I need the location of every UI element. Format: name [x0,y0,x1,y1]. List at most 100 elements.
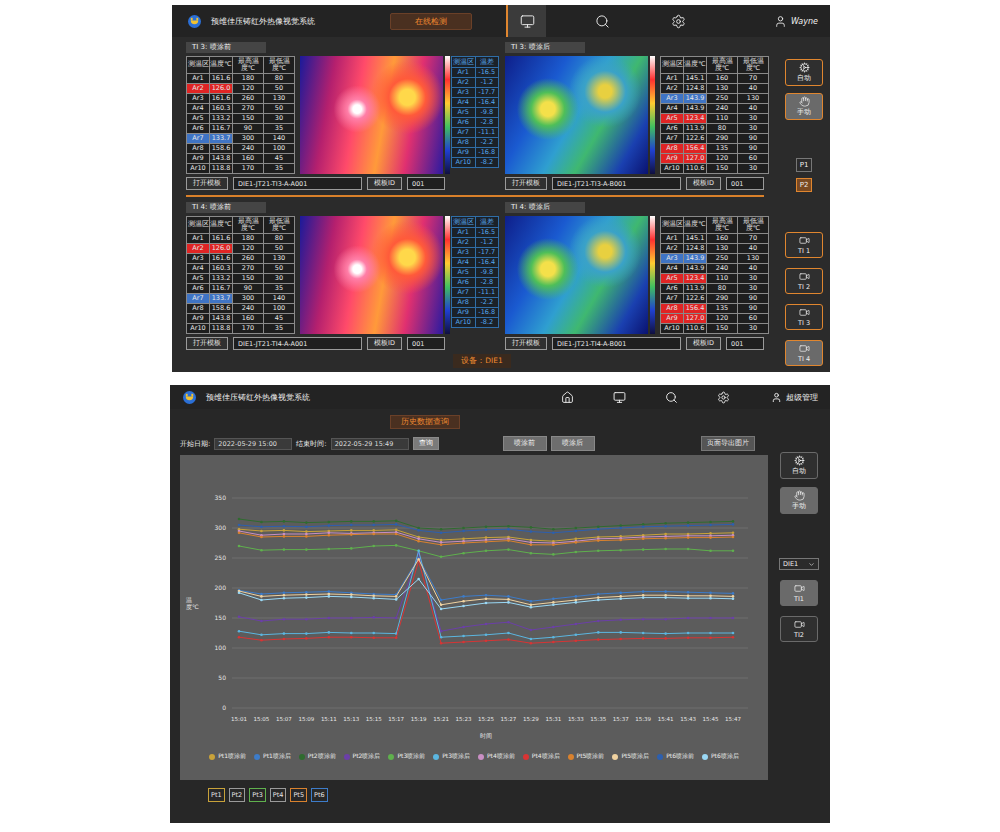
data-point[interactable] [260,593,263,596]
data-point[interactable] [664,533,667,536]
template-id-field[interactable]: 001 [726,337,764,350]
data-point[interactable] [283,533,286,536]
data-point[interactable] [485,550,488,553]
data-point[interactable] [575,538,578,541]
data-point[interactable] [462,626,465,629]
data-point[interactable] [485,594,488,597]
data-point[interactable] [395,529,398,532]
query-button[interactable]: 查询 [413,437,439,450]
data-point[interactable] [687,597,690,600]
legend-item[interactable]: Pt3喷涂前 [388,752,425,761]
data-point[interactable] [372,524,375,527]
data-point[interactable] [732,632,735,635]
data-point[interactable] [507,598,510,601]
data-point[interactable] [530,541,533,544]
data-point[interactable] [530,638,533,641]
data-point[interactable] [238,589,241,592]
data-point[interactable] [709,521,712,524]
data-point[interactable] [575,640,578,643]
template-id-button[interactable]: 模板ID [686,337,721,350]
legend-item[interactable]: Pt4喷涂前 [478,752,515,761]
nav-item[interactable] [599,385,639,409]
data-point[interactable] [462,605,465,608]
data-point[interactable] [372,597,375,600]
data-point[interactable] [507,601,510,604]
data-point[interactable] [440,541,443,544]
data-point[interactable] [305,535,308,538]
template-field[interactable]: DIE1-JT21-TI3-A-A001 [233,177,362,190]
data-point[interactable] [372,637,375,640]
data-point[interactable] [709,637,712,640]
data-point[interactable] [552,641,555,644]
data-point[interactable] [485,598,488,601]
data-point[interactable] [283,594,286,597]
data-point[interactable] [575,601,578,604]
data-point[interactable] [350,596,353,599]
data-point[interactable] [687,595,690,598]
data-point[interactable] [440,539,443,542]
data-point[interactable] [642,526,645,529]
data-point[interactable] [642,637,645,640]
data-point[interactable] [238,616,241,619]
data-point[interactable] [597,599,600,602]
data-point[interactable] [283,525,286,528]
data-point[interactable] [597,631,600,634]
data-point[interactable] [709,532,712,535]
data-point[interactable] [372,520,375,523]
nav-item[interactable] [506,5,546,37]
user-menu[interactable]: Wayne [774,15,818,28]
legend-item[interactable]: Pt4喷涂后 [523,752,560,761]
data-point[interactable] [709,632,712,635]
data-point[interactable] [507,525,510,528]
data-point[interactable] [619,539,622,542]
data-point[interactable] [687,637,690,640]
legend-item[interactable]: Pt1喷涂前 [209,752,246,761]
data-point[interactable] [530,552,533,555]
data-point[interactable] [687,521,690,524]
data-point[interactable] [462,641,465,644]
start-date-field[interactable]: 2022-05-29 15:00 [214,438,292,450]
point-button[interactable]: Pt1 [208,788,225,802]
template-field[interactable]: DIE1-JT21-TI3-A-B001 [552,177,681,190]
data-point[interactable] [350,529,353,532]
data-point[interactable] [417,550,420,553]
data-point[interactable] [664,522,667,525]
data-point[interactable] [732,523,735,526]
data-point[interactable] [350,617,353,620]
data-point[interactable] [597,593,600,596]
data-point[interactable] [575,623,578,626]
data-point[interactable] [552,544,555,547]
data-point[interactable] [328,521,331,524]
data-point[interactable] [417,578,420,581]
data-point[interactable] [507,595,510,598]
legend-item[interactable]: Pt2喷涂前 [299,752,336,761]
data-point[interactable] [642,538,645,541]
camera-button[interactable]: TI 4 [785,340,823,366]
data-point[interactable] [664,537,667,540]
data-point[interactable] [440,642,443,645]
data-point[interactable] [283,618,286,621]
template-id-button[interactable]: 模板ID [367,337,402,350]
template-id-button[interactable]: 模板ID [367,177,402,190]
data-point[interactable] [440,556,443,559]
data-point[interactable] [328,548,331,551]
data-point[interactable] [328,631,331,634]
data-point[interactable] [305,632,308,635]
data-point[interactable] [619,638,622,641]
data-point[interactable] [395,617,398,620]
data-point[interactable] [328,617,331,620]
data-point[interactable] [238,518,241,521]
data-point[interactable] [283,592,286,595]
data-point[interactable] [260,521,263,524]
data-point[interactable] [732,636,735,639]
data-point[interactable] [664,548,667,551]
open-template-button[interactable]: 打开模板 [186,337,228,350]
data-point[interactable] [417,527,420,530]
data-point[interactable] [372,595,375,598]
data-point[interactable] [305,618,308,621]
data-point[interactable] [732,617,735,620]
data-point[interactable] [260,599,263,602]
data-point[interactable] [305,521,308,524]
page-button[interactable]: P1 [796,158,812,172]
data-point[interactable] [440,532,443,535]
